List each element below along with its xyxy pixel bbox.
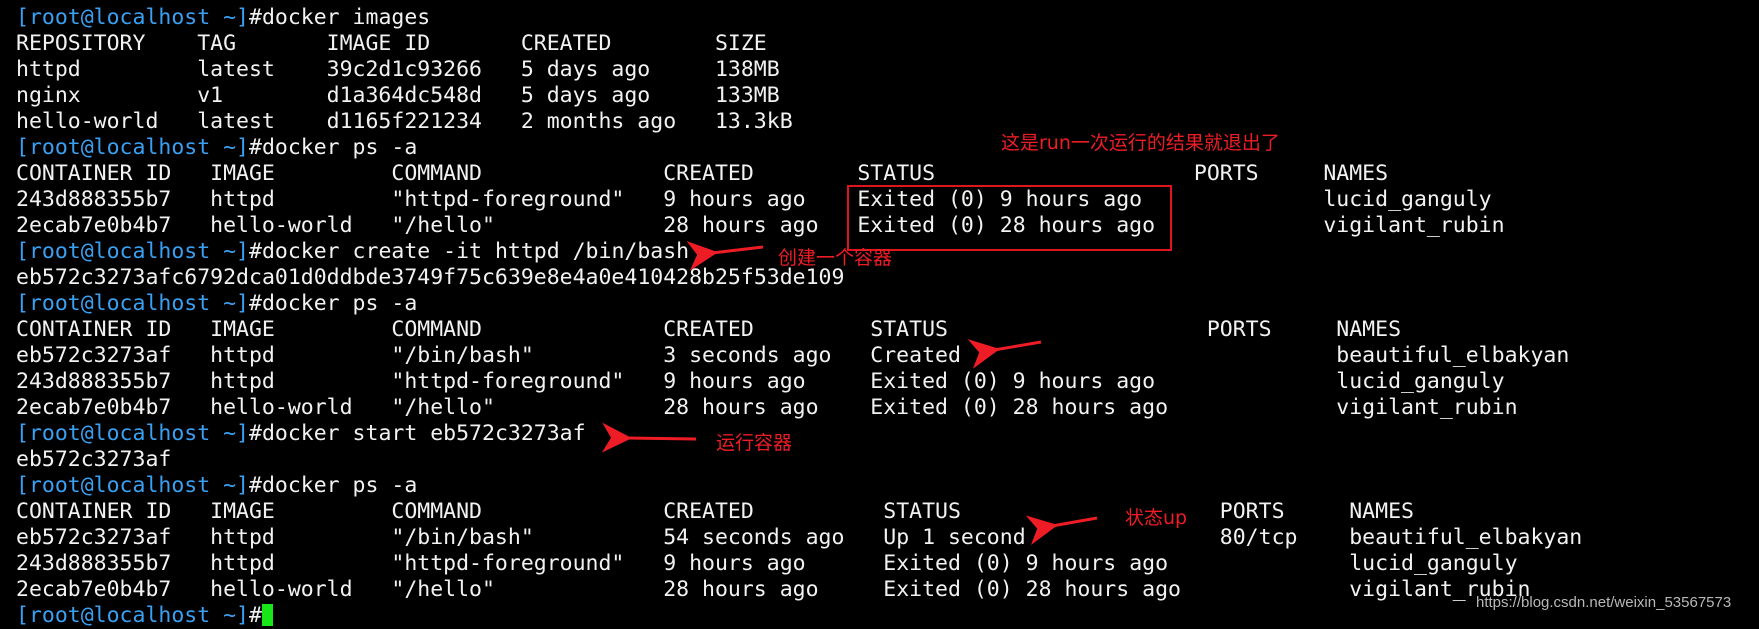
arrow-icon bbox=[601, 422, 697, 453]
arrow-icon bbox=[686, 240, 764, 271]
watermark: https://blog.csdn.net/weixin_53567573 bbox=[1476, 594, 1732, 611]
arrow-icon bbox=[967, 339, 1042, 369]
arrow-icon bbox=[1025, 515, 1098, 545]
annotation-arrows bbox=[601, 240, 1098, 545]
